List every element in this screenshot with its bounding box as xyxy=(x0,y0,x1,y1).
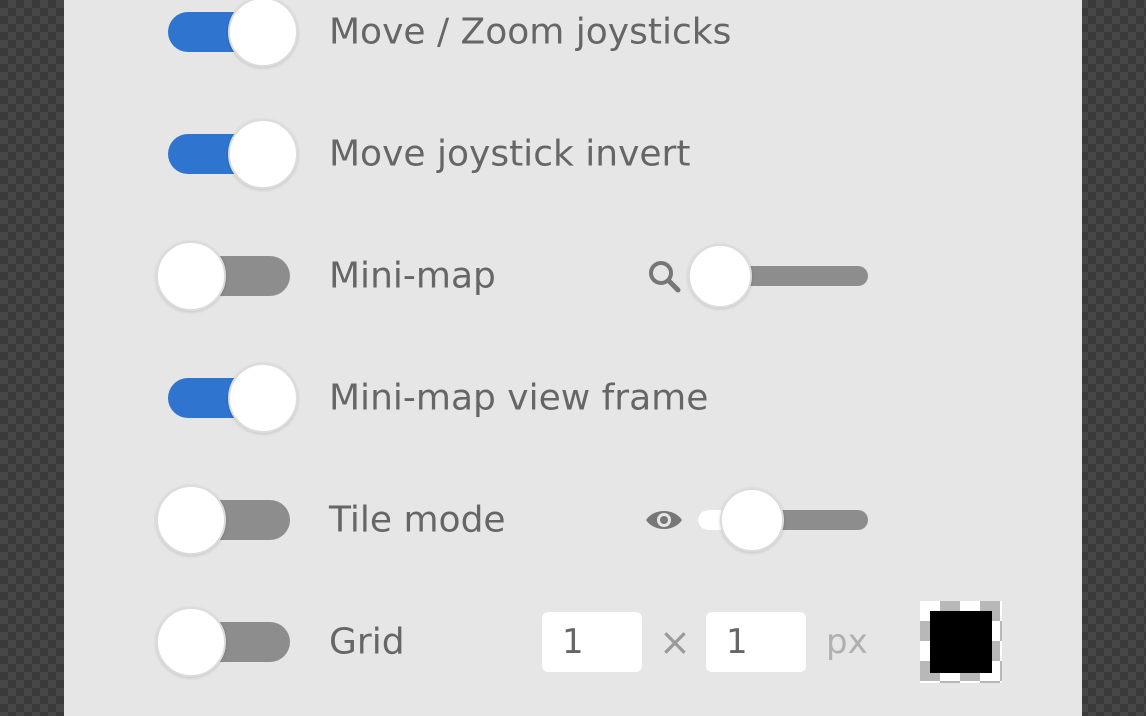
setting-row-joysticks: Move / Zoom joysticks xyxy=(64,0,1082,72)
search-icon xyxy=(649,261,681,293)
minimap-toggle[interactable] xyxy=(156,241,296,311)
minimap-frame-toggle[interactable] xyxy=(156,363,298,433)
slider-knob[interactable] xyxy=(720,488,785,552)
tile-mode-toggle[interactable] xyxy=(156,485,296,555)
grid-color-fill xyxy=(930,611,992,673)
grid-times-symbol: × xyxy=(659,620,691,664)
minimap-zoom-slider[interactable] xyxy=(688,244,868,308)
joysticks-label: Move / Zoom joysticks xyxy=(329,11,732,53)
tile-mode-label: Tile mode xyxy=(329,499,506,541)
grid-unit-label: px xyxy=(826,622,868,662)
toggle-knob xyxy=(228,119,298,189)
joystick-invert-label: Move joystick invert xyxy=(329,133,691,175)
toggle-knob xyxy=(156,607,226,677)
setting-row-tile-mode: Tile mode xyxy=(64,480,1082,560)
grid-color-swatch[interactable] xyxy=(920,601,1002,683)
toggle-knob xyxy=(228,0,298,67)
grid-height-input[interactable] xyxy=(706,612,806,672)
grid-toggle[interactable] xyxy=(156,607,296,677)
settings-panel: Move / Zoom joysticks Move joystick inve… xyxy=(64,0,1082,716)
toggle-knob xyxy=(156,241,226,311)
setting-row-joystick-invert: Move joystick invert xyxy=(64,114,1082,194)
joysticks-toggle[interactable] xyxy=(156,0,298,67)
tile-opacity-slider[interactable] xyxy=(698,488,868,552)
toggle-knob xyxy=(228,363,298,433)
toggle-knob xyxy=(156,485,226,555)
slider-knob[interactable] xyxy=(688,244,752,308)
minimap-frame-label: Mini-map view frame xyxy=(329,377,709,419)
grid-width-input[interactable] xyxy=(542,612,642,672)
eye-icon xyxy=(646,511,682,529)
joystick-invert-toggle[interactable] xyxy=(156,119,298,189)
setting-row-minimap-frame: Mini-map view frame xyxy=(64,358,1082,438)
setting-row-grid: Grid × px xyxy=(64,601,1082,683)
grid-label: Grid xyxy=(329,621,405,663)
minimap-label: Mini-map xyxy=(329,255,496,297)
setting-row-minimap: Mini-map xyxy=(64,236,1082,316)
